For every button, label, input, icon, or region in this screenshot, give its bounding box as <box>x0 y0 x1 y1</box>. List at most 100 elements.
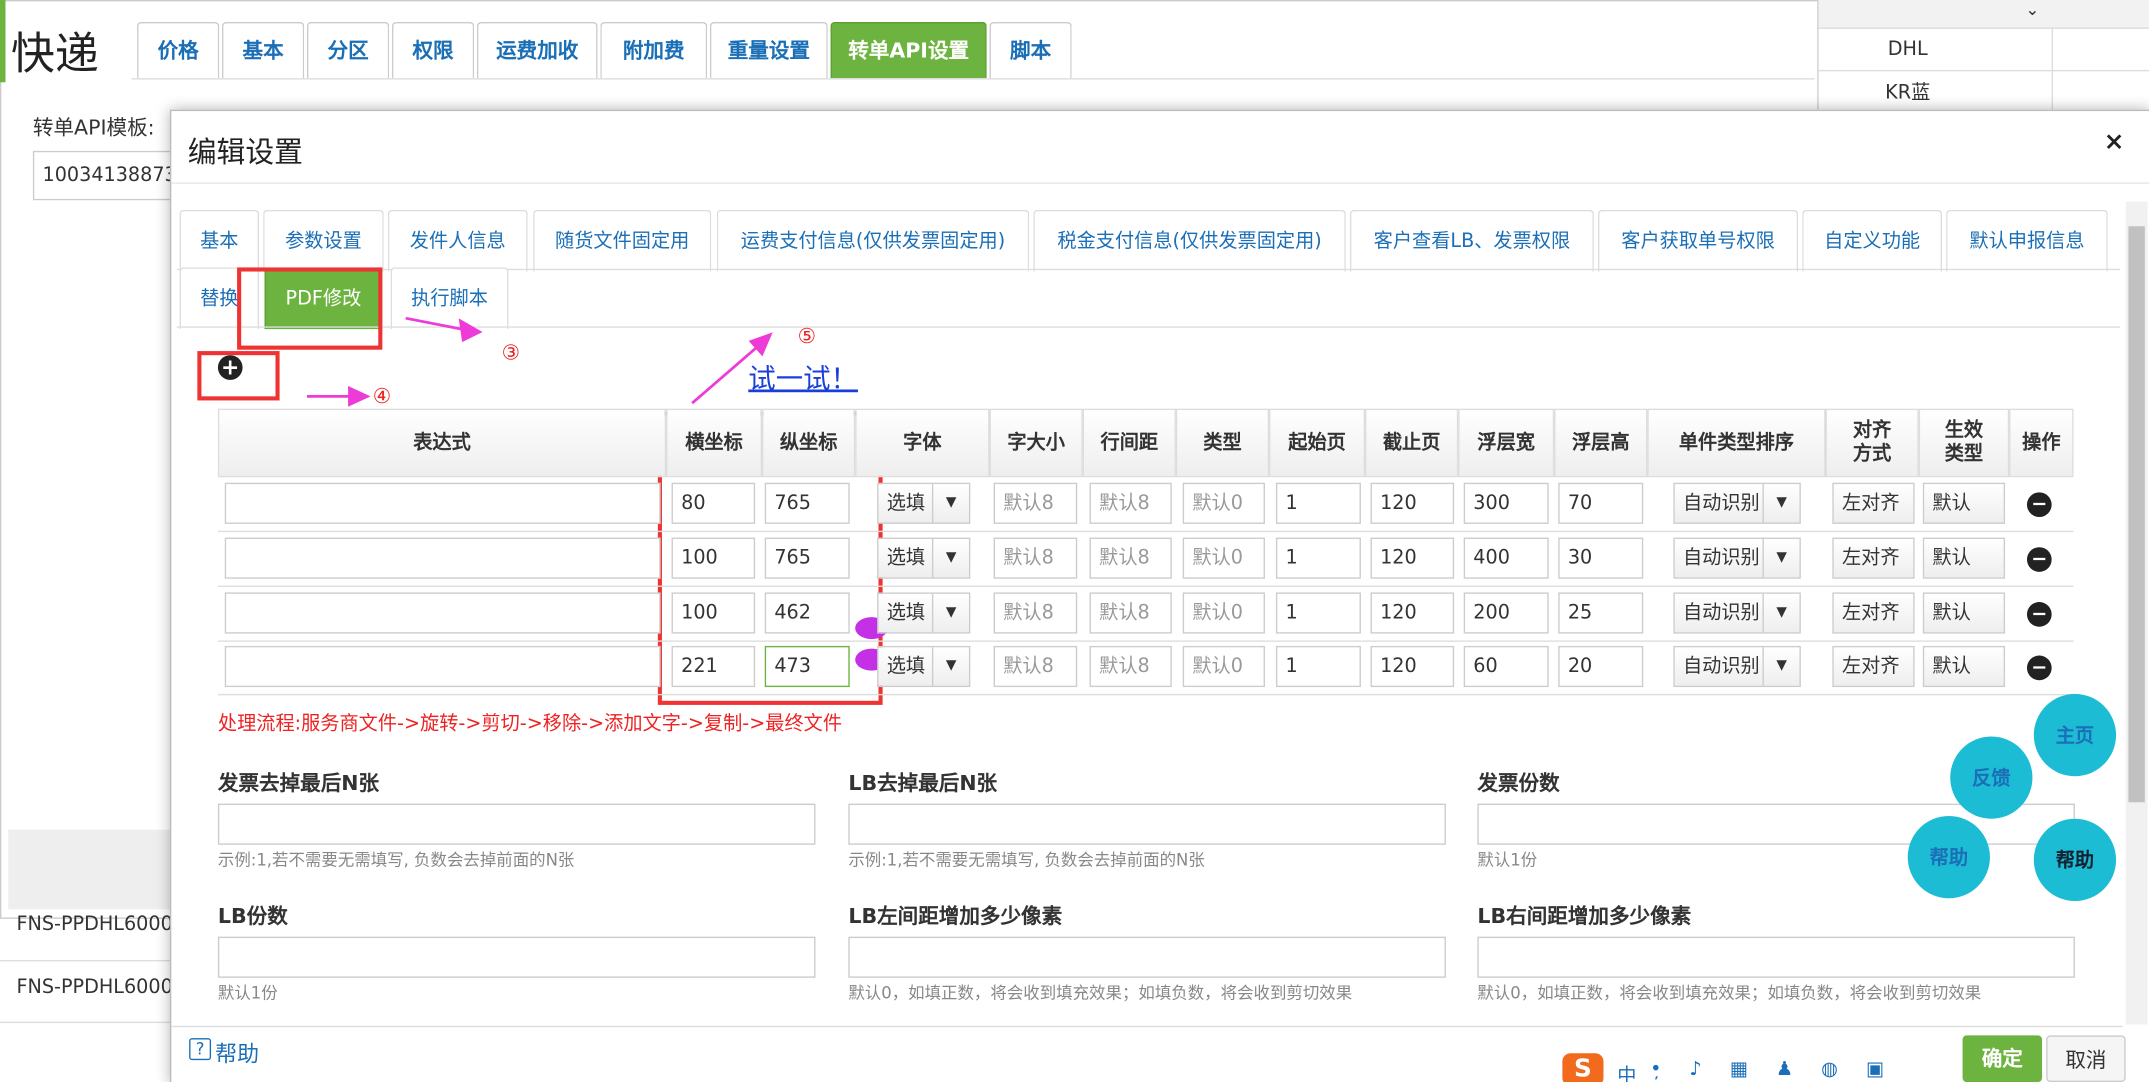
layer-width-input[interactable]: 400 <box>1463 537 1549 579</box>
type-input[interactable]: 默认0 <box>1182 645 1265 688</box>
piece-order-value: 自动识别 <box>1682 547 1760 570</box>
lb-right-margin-input[interactable] <box>1477 936 2075 978</box>
annotation-4: ④ <box>372 383 392 409</box>
ime-logo-icon[interactable]: S <box>1562 1053 1604 1082</box>
feedback-bubble[interactable]: 反馈 <box>1950 736 2033 819</box>
expression-input[interactable] <box>224 645 661 688</box>
help-bubble-secondary[interactable]: 帮助 <box>2033 818 2117 902</box>
piece-order-select[interactable]: 自动识别 ▼ <box>1673 537 1801 579</box>
end-page-input[interactable]: 120 <box>1370 482 1455 524</box>
field-hint: 默认1份 <box>217 983 278 1003</box>
field-hint: 示例:1,若不需要无需填写, 负数会去掉前面的N张 <box>217 850 575 870</box>
home-bubble[interactable]: 主页 <box>2033 693 2117 777</box>
piece-order-select[interactable]: 自动识别 ▼ <box>1673 645 1801 688</box>
expression-input[interactable] <box>224 482 661 524</box>
caret-down-icon: ▼ <box>1762 538 1799 578</box>
x-coord-input[interactable]: 80 <box>671 482 756 524</box>
size-input[interactable]: 默认8 <box>993 592 1078 634</box>
x-coord-input[interactable]: 100 <box>671 537 756 579</box>
expression-input[interactable] <box>224 537 661 579</box>
layer-width-input[interactable]: 200 <box>1463 592 1549 634</box>
field-hint: 默认0，如填正数，将会收到填充效果；如填负数，将会收到剪切效果 <box>848 983 1353 1003</box>
field-label: 发票去掉最后N张 <box>217 770 380 796</box>
align-select[interactable]: 左对齐 <box>1832 592 1915 634</box>
layer-height-input[interactable]: 30 <box>1558 537 1644 579</box>
lb-copies-input[interactable] <box>217 936 816 978</box>
layer-height-input[interactable]: 25 <box>1558 592 1644 634</box>
col-font: 字体 <box>855 408 990 478</box>
font-select[interactable]: 选填 ▼ <box>877 645 971 688</box>
end-page-input[interactable]: 120 <box>1370 592 1455 634</box>
layer-height-input[interactable]: 20 <box>1558 645 1644 688</box>
spacing-input[interactable]: 默认8 <box>1089 482 1172 524</box>
font-select[interactable]: 选填 ▼ <box>877 592 971 634</box>
align-select[interactable]: 左对齐 <box>1832 537 1915 579</box>
col-x: 横坐标 <box>666 408 762 478</box>
layer-height-input[interactable]: 70 <box>1558 482 1644 524</box>
lb-left-margin-input[interactable] <box>848 936 1446 978</box>
font-select[interactable]: 选填 ▼ <box>877 482 971 524</box>
field-label: LB份数 <box>217 903 288 929</box>
type-input[interactable]: 默认0 <box>1182 592 1265 634</box>
spacing-input[interactable]: 默认8 <box>1089 592 1172 634</box>
field-label: LB去掉最后N张 <box>848 770 998 796</box>
x-coord-input[interactable]: 100 <box>671 592 756 634</box>
start-page-input[interactable]: 1 <box>1275 482 1361 524</box>
start-page-input[interactable]: 1 <box>1275 645 1361 688</box>
type-input[interactable]: 默认0 <box>1182 537 1265 579</box>
start-page-input[interactable]: 1 <box>1275 592 1361 634</box>
y-coord-input[interactable]: 462 <box>764 592 850 634</box>
size-input[interactable]: 默认8 <box>993 645 1078 688</box>
try-it-link[interactable]: 试一试！ <box>748 357 858 397</box>
font-select-value: 选填 <box>886 602 926 624</box>
y-coord-input[interactable]: 765 <box>764 537 850 579</box>
help-bubble[interactable]: 帮助 <box>1907 815 1990 899</box>
piece-order-select[interactable]: 自动识别 ▼ <box>1673 592 1801 634</box>
piece-order-select[interactable]: 自动识别 ▼ <box>1673 482 1801 524</box>
size-input[interactable]: 默认8 <box>993 537 1078 579</box>
x-coord-input[interactable]: 221 <box>671 645 756 688</box>
ime-lang[interactable]: 中 <box>1617 1061 1636 1082</box>
layer-width-input[interactable]: 60 <box>1463 645 1549 688</box>
help-link[interactable]: 帮助 <box>215 1035 259 1068</box>
col-start-page: 起始页 <box>1269 408 1366 478</box>
invoice-remove-last-input[interactable] <box>217 803 816 845</box>
cancel-button[interactable]: 取消 <box>2046 1035 2126 1082</box>
spacing-input[interactable]: 默认8 <box>1089 645 1172 688</box>
font-select[interactable]: 选填 ▼ <box>877 537 971 579</box>
help-icon[interactable]: ? <box>189 1038 212 1061</box>
size-input[interactable]: 默认8 <box>993 482 1078 524</box>
ime-tool-icons[interactable]: •̦ ♪ ▦ ♟ ◍ ▣ <box>1650 1059 1895 1081</box>
effect-select[interactable]: 默认 <box>1922 537 2006 579</box>
start-page-input[interactable]: 1 <box>1275 537 1361 579</box>
caret-down-icon: ▼ <box>1762 647 1799 686</box>
expression-input[interactable] <box>224 592 661 634</box>
col-piece-order: 单件类型排序 <box>1647 408 1826 478</box>
remove-row-icon[interactable]: − <box>2026 655 2052 681</box>
align-select[interactable]: 左对齐 <box>1832 645 1915 688</box>
add-row-icon[interactable]: + <box>217 355 243 380</box>
layer-width-input[interactable]: 300 <box>1463 482 1549 524</box>
end-page-input[interactable]: 120 <box>1370 537 1455 579</box>
effect-select[interactable]: 默认 <box>1922 482 2006 524</box>
remove-row-icon[interactable]: − <box>2026 602 2052 627</box>
spacing-input[interactable]: 默认8 <box>1089 537 1172 579</box>
end-page-input[interactable]: 120 <box>1370 645 1455 688</box>
lb-remove-last-input[interactable] <box>848 803 1446 845</box>
y-coord-input[interactable]: 765 <box>764 482 850 524</box>
caret-down-icon: ▼ <box>1762 484 1799 523</box>
caret-down-icon: ▼ <box>931 593 969 633</box>
field-hint: 默认0，如填正数，将会收到填充效果；如填负数，将会收到剪切效果 <box>1477 983 1982 1003</box>
effect-select[interactable]: 默认 <box>1922 592 2006 634</box>
align-select[interactable]: 左对齐 <box>1832 482 1915 524</box>
confirm-button[interactable]: 确定 <box>1962 1035 2043 1082</box>
remove-row-icon[interactable]: − <box>2026 492 2052 518</box>
col-type: 类型 <box>1175 408 1270 478</box>
piece-order-value: 自动识别 <box>1682 655 1760 678</box>
col-action: 操作 <box>2009 408 2074 478</box>
col-spacing: 行间距 <box>1082 408 1176 478</box>
effect-select[interactable]: 默认 <box>1922 645 2006 688</box>
type-input[interactable]: 默认0 <box>1182 482 1265 524</box>
remove-row-icon[interactable]: − <box>2026 547 2052 572</box>
y-coord-input[interactable]: 473 <box>764 645 850 688</box>
